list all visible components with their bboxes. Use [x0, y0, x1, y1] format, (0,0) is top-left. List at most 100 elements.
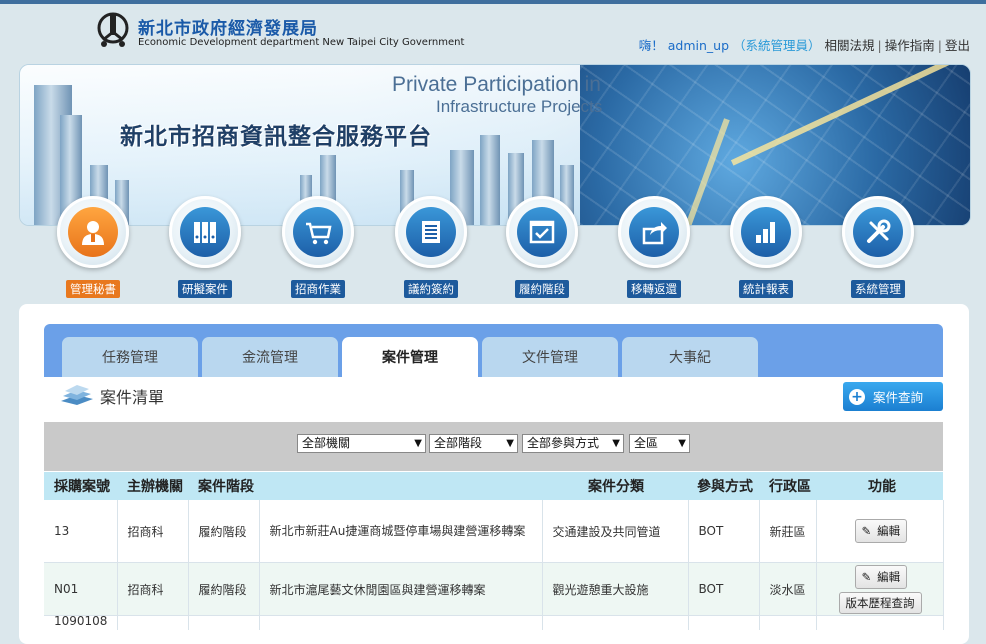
nav-item-contract[interactable]: 議約簽約 [394, 196, 468, 298]
stage-select-value: 全部階段 [434, 436, 483, 450]
building-image [480, 135, 500, 225]
tab-task-management[interactable]: 任務管理 [62, 337, 198, 377]
top-strip [0, 0, 986, 4]
nav-item-draft-cases[interactable]: 研擬案件 [168, 196, 242, 298]
nav-item-transfer[interactable]: 移轉返還 [617, 196, 691, 298]
cell-method: BOT [688, 500, 760, 563]
link-regulations[interactable]: 相關法規 [825, 38, 875, 53]
org-name-zh: 新北市政府經濟發展局 [138, 19, 318, 39]
pencil-icon: ✎ [861, 524, 872, 538]
col-header-name [259, 472, 542, 500]
dropdown-arrow-icon: ▼ [414, 438, 422, 449]
nav-label: 系統管理 [851, 280, 905, 298]
nav-label: 統計報表 [739, 280, 793, 298]
col-header-actions: 功能 [816, 472, 943, 500]
nav-label: 議約簽約 [404, 280, 458, 298]
cell-case-name: 新北市滬尾藝文休閒園區與建營運移轉案 [259, 562, 543, 616]
tab-case-management[interactable]: 案件管理 [342, 337, 478, 377]
col-header-stage: 案件階段 [188, 472, 259, 500]
cell-agency [117, 615, 189, 630]
cell-district: 淡水區 [759, 562, 817, 616]
cell-agency: 招商科 [117, 562, 189, 616]
bar-chart-icon [756, 222, 775, 243]
cell-case-name: 新北市新莊Au捷運商城暨停車場與建營運移轉案 [259, 500, 543, 563]
link-guide[interactable]: 操作指南 [885, 38, 935, 53]
case-query-label: 案件查詢 [873, 390, 924, 405]
cell-stage [188, 615, 260, 630]
username: admin_up [667, 38, 730, 53]
bureau-logo-icon [97, 12, 129, 47]
tab-cashflow-management[interactable]: 金流管理 [202, 337, 338, 377]
nav-circle [395, 196, 467, 268]
user-role: （系統管理員） [733, 38, 821, 53]
tab-chronicle[interactable]: 大事紀 [622, 337, 758, 377]
edit-button[interactable]: ✎ 編輯 [854, 519, 908, 543]
case-query-button[interactable]: + 案件查詢 [843, 382, 943, 411]
cell-district: 新莊區 [759, 500, 817, 563]
version-history-button[interactable]: 版本歷程查詢 [838, 591, 922, 614]
cell-category [542, 615, 689, 630]
nav-circle [57, 196, 129, 268]
list-icon [422, 221, 440, 243]
nav-circle [842, 196, 914, 268]
case-table: 採購案號 主辦機關 案件階段 案件分類 參與方式 行政區 功能 13 招商科 履… [44, 472, 944, 630]
nav-label: 管理秘書 [66, 280, 120, 298]
district-select-value: 全區 [634, 436, 659, 450]
cart-icon [306, 222, 332, 245]
plus-icon: + [849, 388, 865, 405]
nav-circle [618, 196, 690, 268]
link-separator: | [937, 38, 942, 53]
cell-agency: 招商科 [117, 500, 189, 563]
col-header-district: 行政區 [759, 472, 816, 500]
cell-case-no: 13 [44, 500, 118, 563]
banner-title-zh: 新北市招商資訊整合服務平台 [120, 123, 432, 150]
cell-district [759, 615, 817, 630]
cell-category: 觀光遊憩重大設施 [542, 562, 689, 616]
table-row: N01 招商科 履約階段 新北市滬尾藝文休閒園區與建營運移轉案 觀光遊憩重大設施… [44, 562, 944, 616]
participation-select[interactable]: 全部參與方式 ▼ [522, 434, 624, 453]
cell-case-no: 1090108 [44, 615, 118, 630]
books-icon [61, 385, 93, 405]
org-name-en: Economic Development department New Taip… [138, 37, 465, 48]
nav-circle [506, 196, 578, 268]
stage-select[interactable]: 全部階段 ▼ [429, 434, 518, 453]
agency-select[interactable]: 全部機關 ▼ [297, 434, 426, 453]
cell-actions: ✎ 編輯 [816, 500, 944, 563]
nav-circle [282, 196, 354, 268]
check-window-icon [529, 220, 555, 244]
tools-icon [867, 219, 891, 243]
nav-label: 招商作業 [291, 280, 345, 298]
district-select[interactable]: 全區 ▼ [629, 434, 690, 453]
nav-item-performance[interactable]: 履約階段 [505, 196, 579, 298]
pencil-icon: ✎ [861, 569, 872, 584]
share-icon [642, 222, 667, 245]
nav-item-statistics[interactable]: 統計報表 [729, 196, 803, 298]
cell-method [688, 615, 760, 630]
cell-stage: 履約階段 [188, 562, 260, 616]
user-icon [82, 221, 104, 245]
nav-circle [730, 196, 802, 268]
col-header-category: 案件分類 [542, 472, 688, 500]
dropdown-arrow-icon: ▼ [678, 438, 686, 449]
user-links: 嗨！ admin_up （系統管理員） 相關法規 | 操作指南 | 登出 [639, 35, 970, 54]
nav-label: 移轉返還 [627, 280, 681, 298]
col-header-method: 參與方式 [688, 472, 759, 500]
nav-label: 履約階段 [515, 280, 569, 298]
binders-icon [194, 222, 216, 243]
greeting: 嗨！ [638, 38, 664, 53]
cell-category: 交通建設及共同管道 [542, 500, 689, 563]
dropdown-arrow-icon: ▼ [506, 438, 514, 449]
nav-item-investment[interactable]: 招商作業 [281, 196, 355, 298]
tab-document-management[interactable]: 文件管理 [482, 337, 618, 377]
logout-link[interactable]: 登出 [945, 38, 970, 53]
edit-button[interactable]: ✎ 編輯 [854, 564, 908, 589]
table-header-row: 採購案號 主辦機關 案件階段 案件分類 參與方式 行政區 功能 [44, 472, 943, 500]
cell-case-name [259, 615, 543, 630]
table-row: 13 招商科 履約階段 新北市新莊Au捷運商城暨停車場與建營運移轉案 交通建設及… [44, 500, 944, 563]
nav-item-system[interactable]: 系統管理 [841, 196, 915, 298]
agency-select-value: 全部機關 [302, 436, 351, 450]
cell-case-no: N01 [44, 562, 118, 616]
cell-stage: 履約階段 [188, 500, 260, 563]
col-header-case-no: 採購案號 [44, 472, 117, 500]
nav-item-secretary[interactable]: 管理秘書 [56, 196, 130, 298]
